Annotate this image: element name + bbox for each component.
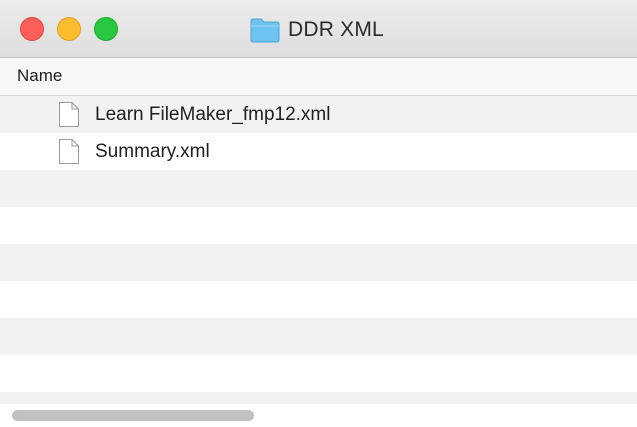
window-title-group: DDR XML bbox=[250, 15, 384, 45]
empty-row bbox=[0, 244, 637, 281]
empty-row bbox=[0, 392, 637, 404]
list-item[interactable]: Summary.xml bbox=[0, 133, 637, 170]
scrollbar-thumb[interactable] bbox=[12, 410, 254, 421]
title-bar[interactable]: DDR XML bbox=[0, 0, 637, 58]
empty-row bbox=[0, 170, 637, 207]
empty-row bbox=[0, 318, 637, 355]
minimize-button[interactable] bbox=[57, 17, 81, 41]
document-icon bbox=[59, 139, 79, 164]
file-name: Learn FileMaker_fmp12.xml bbox=[95, 104, 331, 125]
list-item[interactable]: Learn FileMaker_fmp12.xml bbox=[0, 96, 637, 133]
empty-row bbox=[0, 355, 637, 392]
close-button[interactable] bbox=[20, 17, 44, 41]
folder-icon bbox=[250, 18, 280, 43]
window-title: DDR XML bbox=[288, 18, 384, 41]
finder-window: DDR XML Name Learn FileMaker_fmp12.xml S… bbox=[0, 0, 637, 427]
column-header-name[interactable]: Name bbox=[17, 66, 62, 86]
zoom-button[interactable] bbox=[94, 17, 118, 41]
file-name: Summary.xml bbox=[95, 141, 210, 162]
empty-row bbox=[0, 281, 637, 318]
empty-row bbox=[0, 207, 637, 244]
horizontal-scrollbar[interactable] bbox=[0, 404, 637, 427]
column-header: Name bbox=[0, 58, 637, 96]
document-icon bbox=[59, 102, 79, 127]
file-list: Learn FileMaker_fmp12.xml Summary.xml bbox=[0, 96, 637, 406]
